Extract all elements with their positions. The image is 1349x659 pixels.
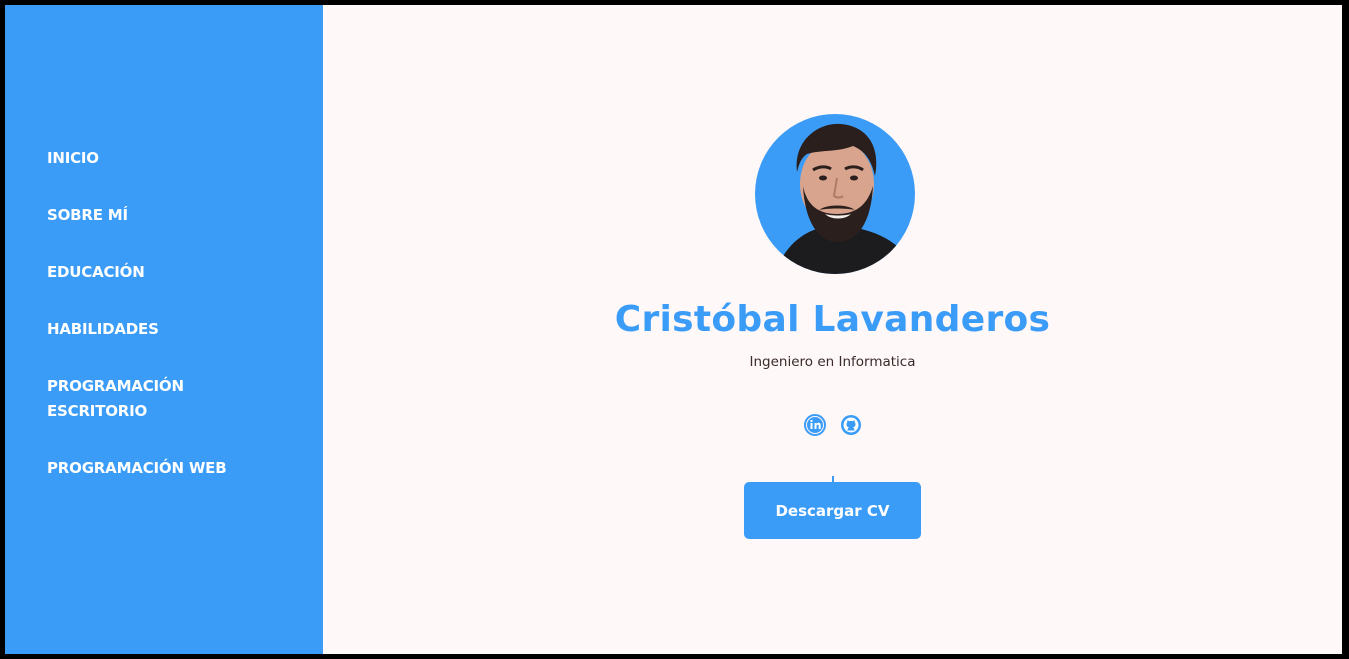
page-frame: INICIO SOBRE MÍ EDUCACIÓN HABILIDADES PR… xyxy=(5,5,1342,654)
sidebar-item-programacion-escritorio[interactable]: PROGRAMACIÓN ESCRITORIO xyxy=(47,374,247,424)
linkedin-icon[interactable] xyxy=(803,414,826,436)
sidebar-item-habilidades[interactable]: HABILIDADES xyxy=(47,317,247,342)
main-content: Cristóbal Lavanderos Ingeniero en Inform… xyxy=(323,5,1342,654)
download-cv-button[interactable]: Descargar CV xyxy=(744,482,921,539)
avatar xyxy=(755,114,915,274)
profile-name: Cristóbal Lavanderos xyxy=(614,299,1051,340)
profile-photo xyxy=(775,123,905,274)
sidebar: INICIO SOBRE MÍ EDUCACIÓN HABILIDADES PR… xyxy=(5,5,323,654)
social-links xyxy=(803,414,862,436)
github-icon[interactable] xyxy=(840,414,862,436)
profile-section: Cristóbal Lavanderos Ingeniero en Inform… xyxy=(323,114,1342,539)
sidebar-item-inicio[interactable]: INICIO xyxy=(47,146,247,171)
sidebar-item-sobre-mi[interactable]: SOBRE MÍ xyxy=(47,203,247,228)
sidebar-item-programacion-web[interactable]: PROGRAMACIÓN WEB xyxy=(47,456,247,481)
profile-role: Ingeniero en Informatica xyxy=(749,354,916,370)
sidebar-item-educacion[interactable]: EDUCACIÓN xyxy=(47,260,247,285)
